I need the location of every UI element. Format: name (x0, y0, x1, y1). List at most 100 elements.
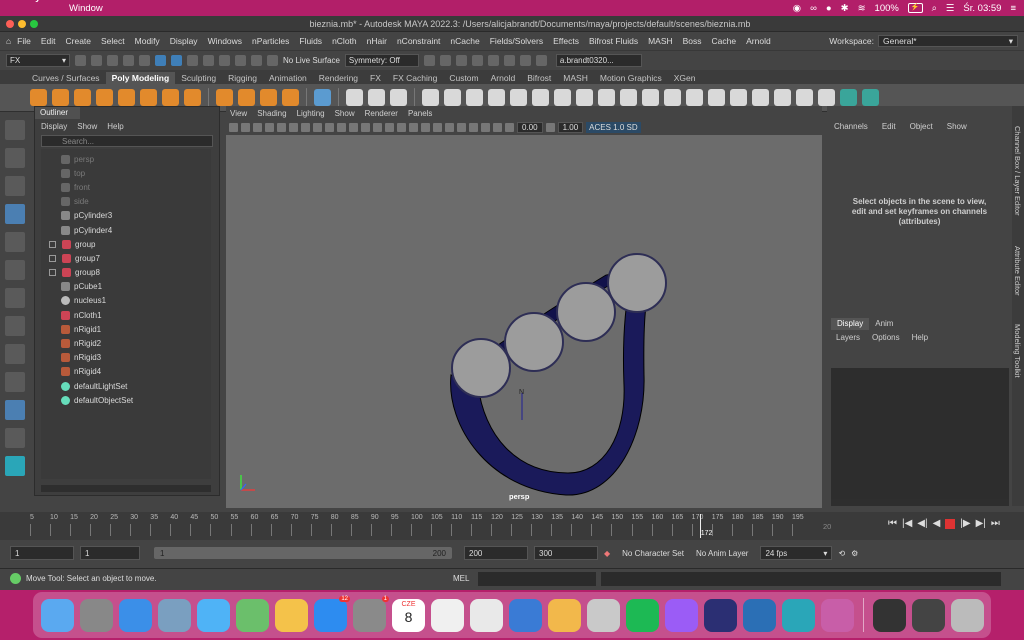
select-by-component-icon[interactable] (187, 55, 198, 66)
shelf-tab-poly-modeling[interactable]: Poly Modeling (105, 72, 176, 84)
expand-icon[interactable] (49, 269, 56, 277)
side-tab-channel-box[interactable]: Channel Box / Layer Editor (1013, 126, 1022, 216)
remesh-icon[interactable] (554, 89, 571, 106)
ambient-occlusion-icon[interactable] (421, 122, 430, 132)
motion-blur-icon[interactable] (433, 122, 442, 132)
bevel-icon[interactable] (598, 89, 615, 106)
viewport-menu-view[interactable]: View (230, 109, 247, 118)
viewport-persp[interactable]: N persp (226, 135, 822, 508)
channel-menu-edit[interactable]: Edit (882, 122, 896, 131)
xray-icon[interactable] (469, 122, 478, 132)
reminders-icon[interactable] (431, 598, 464, 632)
control-center-icon[interactable]: ☰ (946, 3, 955, 14)
paint-select-icon[interactable] (5, 176, 25, 196)
step-back-frame-icon[interactable]: ◀| (917, 518, 927, 529)
playback-end-field[interactable]: 200 (464, 546, 528, 560)
outliner-item[interactable]: defaultLightSet (41, 379, 211, 393)
target-weld-icon[interactable] (686, 89, 703, 106)
outliner-item[interactable]: side (41, 195, 211, 209)
layer-list[interactable] (831, 368, 1009, 500)
system-preferences-icon[interactable] (353, 595, 389, 632)
wifi-icon[interactable]: ≋ (858, 3, 866, 14)
spin-edge-icon[interactable] (818, 89, 835, 106)
shelf-tab-fx-caching[interactable]: FX Caching (387, 72, 443, 84)
play-backwards-icon[interactable]: ◀ (933, 518, 941, 529)
calendar-icon[interactable]: CZE 8 (392, 598, 425, 632)
home-icon[interactable]: ⌂ (6, 36, 11, 46)
viewport-menu-shading[interactable]: Shading (257, 109, 286, 118)
step-back-key-icon[interactable]: |◀ (902, 518, 912, 529)
open-scene-icon[interactable] (91, 55, 102, 66)
viewport-menu-show[interactable]: Show (335, 109, 355, 118)
svg-tool-icon[interactable] (282, 89, 299, 106)
isolate-select-icon[interactable] (457, 122, 466, 132)
channel-menu-show[interactable]: Show (947, 122, 967, 131)
mirror-icon[interactable] (466, 89, 483, 106)
shelf-tab-mash[interactable]: MASH (557, 72, 594, 84)
camera-attributes-icon[interactable] (229, 122, 238, 132)
outliner-item[interactable]: defaultObjectSet (41, 393, 211, 407)
shelf-tab-fx[interactable]: FX (364, 72, 387, 84)
select-by-object-icon[interactable] (171, 55, 182, 66)
shelf-tab-sculpting[interactable]: Sculpting (175, 72, 222, 84)
tab-display[interactable]: Display (831, 318, 870, 330)
animation-end-field[interactable]: 300 (534, 546, 598, 560)
new-scene-icon[interactable] (75, 55, 86, 66)
lasso-tool-icon[interactable] (5, 148, 25, 168)
animation-start-field[interactable]: 1 (10, 546, 74, 560)
grid-icon[interactable] (265, 122, 274, 132)
viewport-menu-panels[interactable]: Panels (408, 109, 432, 118)
two-pane-layout-icon[interactable] (5, 372, 25, 392)
shadows-icon[interactable] (409, 122, 418, 132)
fill-hole-icon[interactable] (510, 89, 527, 106)
zoom-icon[interactable] (5, 428, 25, 448)
workspace-select[interactable]: General* ▾ (878, 35, 1018, 47)
menu-fields-solvers[interactable]: Fields/Solvers (490, 36, 543, 46)
layer-menu-options[interactable]: Options (872, 333, 900, 342)
boolean-difference-icon[interactable] (444, 89, 461, 106)
outliner-layout-icon[interactable] (5, 400, 25, 420)
outliner-item[interactable]: persp (41, 152, 211, 166)
stop-icon[interactable] (945, 518, 956, 529)
snap-curve-icon[interactable] (219, 55, 230, 66)
unfold-icon[interactable] (862, 89, 879, 106)
colorspace-select[interactable]: ACES 1.0 SD (586, 121, 641, 133)
layer-scrollbar[interactable] (831, 499, 1009, 506)
shelf-tab-rigging[interactable]: Rigging (222, 72, 263, 84)
outliner-menu-show[interactable]: Show (77, 122, 97, 131)
outliner-tab[interactable]: Outliner (35, 107, 80, 119)
keynote-icon[interactable] (509, 598, 542, 632)
extrude-icon[interactable] (642, 89, 659, 106)
houdini-icon[interactable] (704, 598, 737, 632)
messenger-icon[interactable] (665, 598, 698, 632)
outliner-item[interactable]: group (41, 237, 211, 251)
trash-icon[interactable] (951, 598, 984, 632)
shelf-tab-arnold[interactable]: Arnold (485, 72, 522, 84)
outliner-item[interactable]: top (41, 166, 211, 180)
battery-percent[interactable]: 100% (875, 3, 899, 14)
battery-icon[interactable]: ⚡ (907, 3, 923, 13)
expand-icon[interactable] (49, 240, 56, 248)
menu-nhair[interactable]: nHair (367, 36, 387, 46)
preview-icon[interactable] (587, 598, 620, 632)
menu-create[interactable]: Create (66, 36, 92, 46)
outliner-item[interactable]: nRigid3 (41, 351, 211, 365)
rotate-tool-icon[interactable] (5, 232, 25, 252)
animation-preferences-icon[interactable]: ⚙ (851, 549, 858, 558)
outliner-item[interactable]: nCloth1 (41, 308, 211, 322)
symmetry-select[interactable]: Symmetry: Off (344, 54, 419, 67)
outliner-item[interactable]: pCylinder3 (41, 209, 211, 223)
separate-icon[interactable] (368, 89, 385, 106)
viewport-menu-lighting[interactable]: Lighting (297, 109, 325, 118)
outliner-item[interactable]: group8 (41, 266, 211, 280)
poly-cube-icon[interactable] (52, 89, 69, 106)
fps-select[interactable]: 24 fps ▾ (760, 546, 833, 560)
recent-window-icon[interactable] (873, 598, 906, 632)
super-shape-icon[interactable] (216, 89, 233, 106)
redo-icon[interactable] (139, 55, 150, 66)
quad-draw-icon[interactable] (730, 89, 747, 106)
time-slider[interactable]: 5 10 15 20 25 30 35 40 45 50 55 60 65 70 75 80 85 90 95 100… (0, 512, 1024, 540)
menu-arnold[interactable]: Arnold (746, 36, 771, 46)
menu-windows[interactable]: Windows (208, 36, 242, 46)
smooth-icon[interactable] (390, 89, 407, 106)
